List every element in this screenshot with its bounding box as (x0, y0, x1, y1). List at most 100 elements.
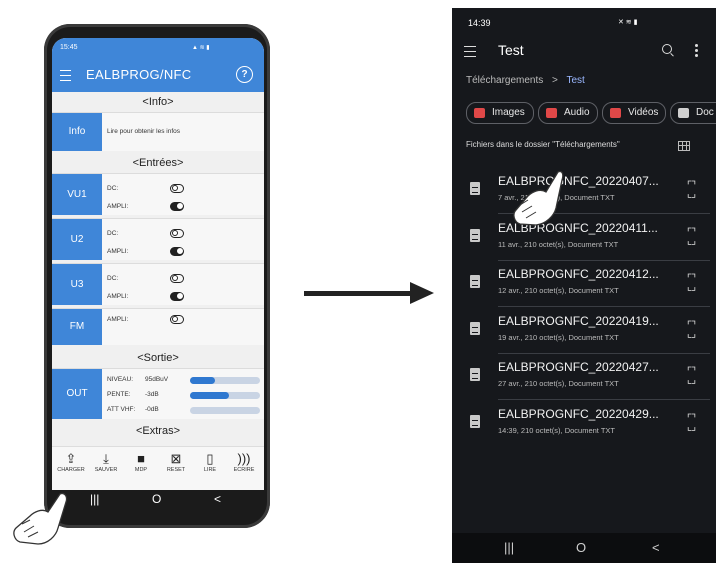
file-name: EALBPROGNFC_20220429... (498, 406, 659, 421)
ampli-toggle[interactable] (170, 315, 184, 324)
breadcrumb-separator: > (552, 75, 558, 86)
file-list-item[interactable]: EALBPROGNFC_20220419... 19 avr., 210 octe… (452, 308, 716, 354)
file-list-item[interactable]: EALBPROGNFC_20220412... 12 avr., 210 octe… (452, 261, 716, 307)
input-row-u2: U2 DC: AMPLI: (52, 218, 264, 260)
lire-button[interactable]: ▯ LIRE (195, 451, 225, 473)
expand-icon[interactable]: ⌜⌝ ⌞⌟ (682, 274, 700, 293)
transition-arrow-shaft (304, 291, 412, 296)
expand-icon[interactable]: ⌜⌝ ⌞⌟ (682, 320, 700, 339)
file-list-item[interactable]: EALBPROGNFC_20220407...7 avr., 210 octet… (452, 168, 716, 214)
dc-toggle[interactable] (170, 229, 184, 238)
right-nav-bar: ||| O < (452, 533, 716, 563)
chip-audio[interactable]: Audio (538, 102, 598, 124)
expand-icon[interactable]: ⌜⌝ ⌞⌟ (682, 227, 700, 246)
dc-label: DC: (107, 185, 119, 192)
back-button[interactable]: < (652, 540, 660, 555)
file-meta: 14:39, 210 octet(s), Document TXT (498, 425, 616, 435)
pente-slider[interactable] (190, 392, 260, 399)
mdp-label: MDP (134, 467, 148, 473)
input-row-u3: U3 DC: AMPLI: (52, 263, 264, 305)
niveau-value: 95dBuV (145, 376, 169, 383)
input-row-vu1: VU1 DC: AMPLI: (52, 173, 264, 215)
chip-videos[interactable]: Vidéos (602, 102, 666, 124)
reset-label: RESET (166, 467, 186, 473)
help-icon[interactable]: ? (236, 66, 253, 83)
status-icons: ▲ ≋ ▮ (192, 45, 210, 51)
nfc-write-icon: ))) (237, 451, 251, 466)
dc-toggle[interactable] (170, 184, 184, 193)
file-name: EALBPROGNFC_20220412... (498, 267, 659, 281)
mdp-button[interactable]: ■ MDP (126, 451, 156, 473)
charger-button[interactable]: ⇪ CHARGER (56, 451, 86, 473)
download-icon: ⤓ (103, 451, 109, 466)
niveau-slider[interactable] (190, 377, 260, 384)
breadcrumb-parent[interactable]: Téléchargements (466, 75, 543, 86)
video-icon (610, 108, 621, 118)
grid-view-icon[interactable] (678, 141, 690, 151)
file-meta: 19 avr., 210 octet(s), Document TXT (498, 332, 619, 342)
lire-label: LIRE (203, 467, 217, 473)
info-row[interactable]: Info Lire pour obtenir les infos (52, 112, 264, 151)
dc-label: DC: (107, 275, 119, 282)
expand-icon[interactable]: ⌜⌝ ⌞⌟ (682, 181, 700, 200)
pente-value: -3dB (145, 391, 159, 398)
sauver-button[interactable]: ⤓ SAUVER (91, 451, 121, 473)
expand-icon[interactable]: ⌜⌝ ⌞⌟ (682, 367, 700, 386)
menu-icon[interactable] (60, 70, 71, 81)
niveau-label: NIVEAU: (107, 376, 134, 383)
back-button[interactable]: < (214, 492, 221, 506)
ampli-toggle[interactable] (170, 292, 184, 301)
breadcrumb-current: Test (566, 75, 585, 86)
left-phone-screen: 15:45 ▲ ≋ ▮ EALBPROG/NFC ? <Info> Info L… (52, 38, 264, 490)
recent-apps-button[interactable]: ||| (504, 540, 514, 555)
expand-icon[interactable]: ⌜⌝ ⌞⌟ (682, 413, 700, 432)
app-title: EALBPROG/NFC (86, 67, 192, 82)
section-extras: <Extras> (135, 425, 181, 437)
dc-label: DC: (107, 230, 119, 237)
dc-toggle[interactable] (170, 274, 184, 283)
chip-images[interactable]: Images (466, 102, 534, 124)
file-list-item[interactable]: EALBPROGNFC_20220427... 27 avr., 210 octe… (452, 354, 716, 400)
status-time: 15:45 (60, 44, 78, 51)
file-list-item[interactable]: EALBPROGNFC_20220429... 14:39, 210 octet(… (452, 401, 716, 447)
status-time: 14:39 (468, 18, 491, 28)
ampli-label: AMPLI: (107, 316, 129, 323)
file-name: EALBPROGNFC_20220419... (498, 313, 659, 328)
ecrire-label: ECRIRE (233, 467, 255, 473)
recent-apps-button[interactable]: ||| (90, 492, 99, 506)
menu-icon[interactable] (464, 46, 476, 57)
upload-icon: ⇪ (65, 451, 77, 466)
pente-slider-fill (190, 392, 229, 399)
chip-documents[interactable]: Doc (670, 102, 716, 124)
transition-arrow-head (410, 282, 434, 304)
input-tag: U2 (52, 219, 102, 260)
app-bar: EALBPROG/NFC ? (52, 58, 264, 92)
ecrire-button[interactable]: ))) ECRIRE (229, 451, 259, 473)
lock-icon: ■ (137, 451, 145, 466)
section-sortie: <Sortie> (137, 352, 179, 364)
search-icon[interactable] (662, 44, 672, 54)
file-list-item[interactable]: EALBPROGNFC_20220411... 11 avr., 210 octe… (452, 215, 716, 261)
file-meta: 12 avr., 210 octet(s), Document TXT (498, 286, 619, 295)
more-options-icon[interactable] (695, 44, 698, 58)
section-info: <Info> (142, 96, 174, 108)
text-document-icon (470, 368, 480, 381)
text-document-icon (470, 321, 480, 335)
ampli-toggle[interactable] (170, 247, 184, 256)
file-name: EALBPROGNFC_20220427... (498, 360, 659, 374)
left-nav-bar: ||| O < (52, 490, 264, 512)
status-icons: ✕ ≋ ▮ (618, 19, 638, 26)
attvhf-slider[interactable] (190, 407, 260, 414)
info-tag[interactable]: Info (52, 113, 102, 151)
pointing-hand-illustration (13, 492, 68, 545)
input-tag: U3 (52, 264, 102, 305)
ampli-toggle[interactable] (170, 202, 184, 211)
section-entrees: <Entrées> (132, 157, 184, 169)
home-button[interactable]: O (152, 492, 161, 506)
text-document-icon (470, 228, 480, 242)
niveau-slider-fill (190, 377, 215, 384)
reset-button[interactable]: ⊠ RESET (161, 451, 191, 473)
text-document-icon (470, 275, 480, 288)
home-button[interactable]: O (576, 540, 586, 555)
pente-label: PENTE: (107, 391, 131, 398)
